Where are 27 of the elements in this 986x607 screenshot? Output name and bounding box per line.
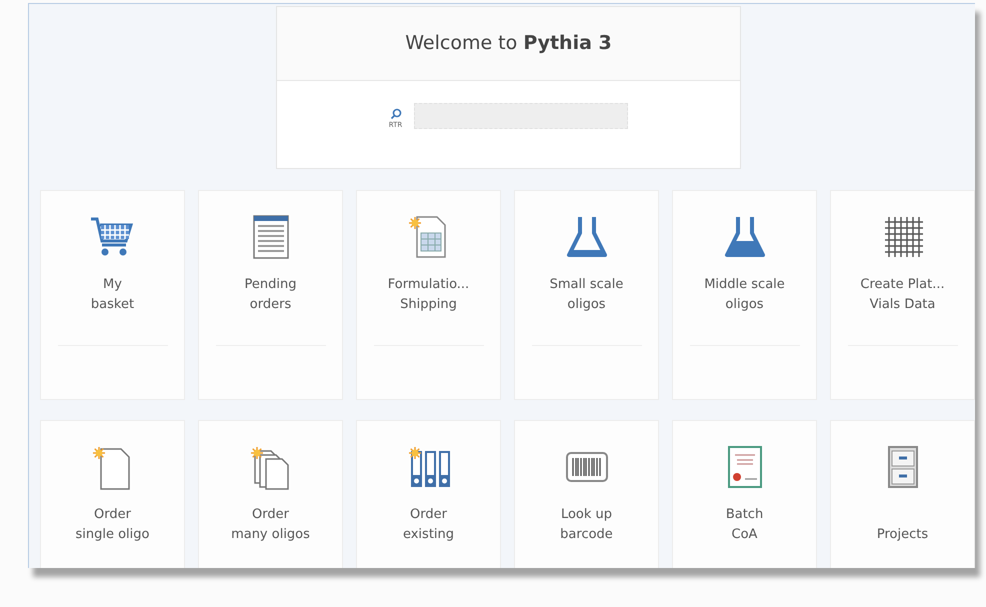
tile-label: Pending orders <box>244 276 296 314</box>
search-field[interactable] <box>414 102 628 128</box>
tile-label: Order single oligo <box>75 506 150 544</box>
app-tile[interactable]: Middle scale oligos <box>672 190 817 400</box>
app-tile[interactable]: Projects <box>830 420 975 568</box>
tile-label: Order existing <box>402 506 454 544</box>
tile-label: Formulatio... Shipping <box>388 276 470 314</box>
tile-label: Batch CoA <box>726 506 764 544</box>
tile-label: My basket <box>90 276 134 314</box>
app-tile[interactable]: Look up barcode <box>514 420 659 568</box>
tile-label: Middle scale oligos <box>704 276 785 314</box>
app-tile[interactable]: Pending orders <box>198 190 343 400</box>
search-icon <box>390 108 402 120</box>
app-tile[interactable]: Order many oligos <box>198 420 343 568</box>
app-tile[interactable]: Small scale oligos <box>514 190 659 400</box>
app-tile[interactable]: Order single oligo <box>40 420 185 568</box>
app-tile[interactable]: Order existing <box>356 420 501 568</box>
tile-label: Projects <box>876 526 928 544</box>
app-tile[interactable]: My basket <box>40 190 185 400</box>
app-tile[interactable]: Create Plat... Vials Data <box>830 190 975 400</box>
welcome-title: Welcome to Pythia 3 <box>405 31 612 56</box>
app-tile[interactable]: Batch CoA <box>672 420 817 568</box>
tile-label: Small scale oligos <box>550 276 624 314</box>
tile-label: Create Plat... Vials Data <box>860 276 945 314</box>
tile-label: Order many oligos <box>231 506 310 544</box>
app-tile[interactable]: Formulatio... Shipping <box>356 190 501 400</box>
tile-label: Look up barcode <box>560 506 613 544</box>
